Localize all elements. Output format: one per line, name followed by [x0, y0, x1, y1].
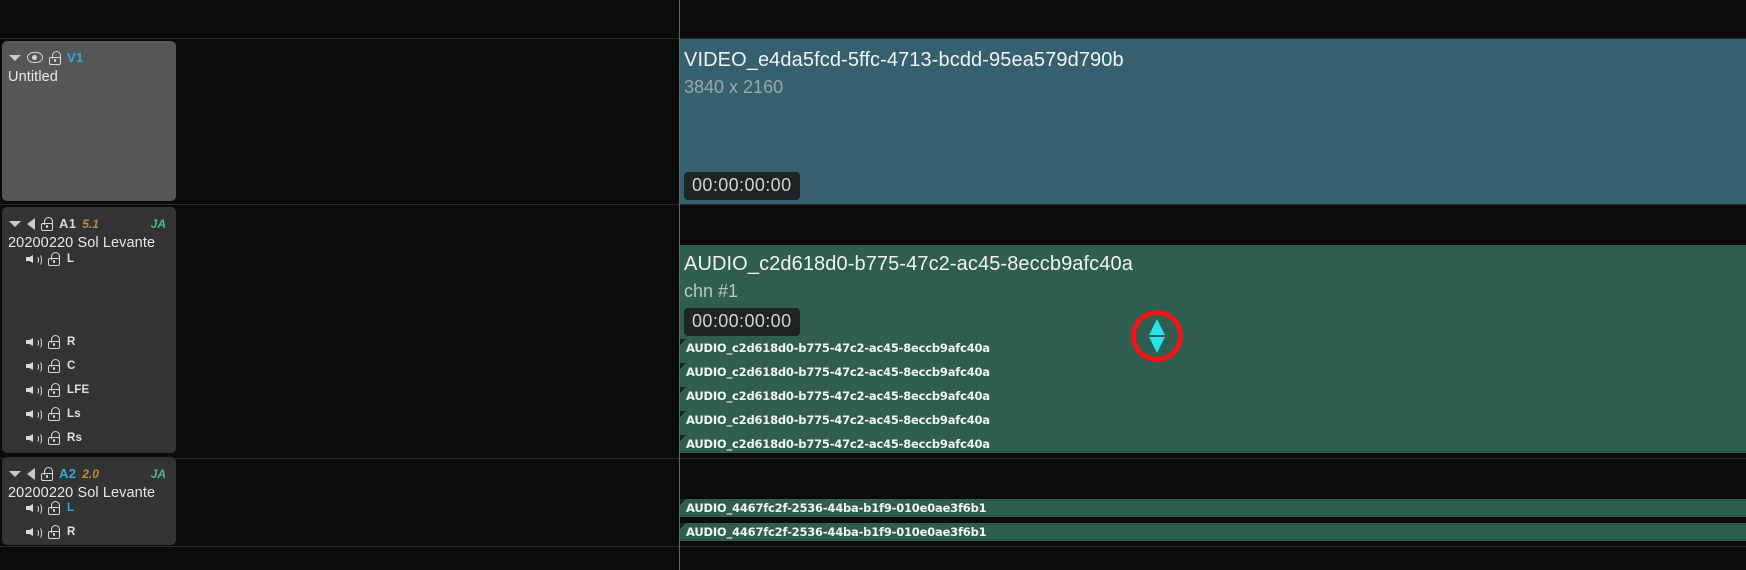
track-name-v1: Untitled — [8, 69, 58, 85]
speaker-icon[interactable] — [26, 526, 43, 540]
subclip-bar[interactable]: AUDIO_4467fc2f-2536-44ba-b1f9-010e0ae3f6… — [680, 499, 1746, 517]
clip-notch-icon — [680, 387, 686, 393]
clip-notch-icon — [680, 363, 686, 369]
channel-label: C — [67, 360, 76, 372]
channel-label: R — [67, 526, 76, 538]
video-clip-resolution: 3840 x 2160 — [684, 77, 784, 97]
channel-row-lfe[interactable]: LFE — [26, 382, 89, 398]
channel-row-a2-l[interactable]: L — [26, 500, 74, 516]
track-name-a2: 20200220 Sol Levante — [8, 485, 156, 501]
channel-row-ls[interactable]: Ls — [26, 406, 81, 422]
track-separator — [0, 458, 1746, 459]
speaker-icon[interactable] — [26, 408, 43, 422]
track-name-a1: 20200220 Sol Levante — [8, 235, 156, 251]
subclip-label: AUDIO_c2d618d0-b775-47c2-ac45-8eccb9afc4… — [686, 437, 990, 451]
subclip-label: AUDIO_4467fc2f-2536-44ba-b1f9-010e0ae3f6… — [686, 525, 987, 539]
track-format-a1: 5.1 — [82, 216, 99, 231]
speaker-icon[interactable] — [26, 384, 43, 398]
subclip-label: AUDIO_c2d618d0-b775-47c2-ac45-8eccb9afc4… — [686, 341, 990, 355]
track-separator — [0, 204, 1746, 205]
channel-row-rs[interactable]: Rs — [26, 430, 82, 446]
audio-clip-channel-label: chn #1 — [684, 281, 739, 301]
subclip-label: AUDIO_4467fc2f-2536-44ba-b1f9-010e0ae3f6… — [686, 501, 987, 515]
speaker-icon[interactable] — [26, 253, 43, 267]
subclip-bar[interactable]: AUDIO_4467fc2f-2536-44ba-b1f9-010e0ae3f6… — [680, 523, 1746, 541]
clip-notch-icon — [680, 499, 686, 505]
unlocked-padlock-icon[interactable] — [49, 50, 61, 65]
speaker-icon[interactable] — [26, 360, 43, 374]
track-id-v1[interactable]: V1 — [67, 50, 84, 65]
track-id-a1[interactable]: A1 — [59, 216, 76, 231]
unlocked-padlock-icon[interactable] — [48, 383, 60, 397]
unlocked-padlock-icon[interactable] — [48, 407, 60, 421]
subclip-bar[interactable]: AUDIO_c2d618d0-b775-47c2-ac45-8eccb9afc4… — [680, 387, 1746, 405]
channel-label: Rs — [67, 432, 83, 444]
speaker-icon[interactable] — [26, 336, 43, 350]
video-clip[interactable]: VIDEO_e4da5fcd-5ffc-4713-bcdd-95ea579d79… — [680, 39, 1746, 204]
track-language-a1: JA — [150, 216, 166, 231]
unlocked-padlock-icon[interactable] — [48, 359, 60, 373]
unlocked-padlock-icon[interactable] — [41, 216, 53, 231]
unlocked-padlock-icon[interactable] — [48, 252, 60, 266]
clip-notch-icon — [680, 411, 686, 417]
speaker-icon[interactable] — [27, 217, 35, 230]
clip-notch-icon — [680, 435, 686, 441]
channel-row-l[interactable]: L — [26, 251, 74, 267]
channel-label: L — [67, 502, 75, 514]
video-clip-timecode: 00:00:00:00 — [684, 172, 800, 200]
eye-icon[interactable] — [27, 52, 43, 63]
subclip-bar[interactable]: AUDIO_c2d618d0-b775-47c2-ac45-8eccb9afc4… — [680, 435, 1746, 453]
subclip-bar[interactable]: AUDIO_c2d618d0-b775-47c2-ac45-8eccb9afc4… — [680, 339, 1746, 357]
subclip-bar[interactable]: AUDIO_c2d618d0-b775-47c2-ac45-8eccb9afc4… — [680, 411, 1746, 429]
subclip-label: AUDIO_c2d618d0-b775-47c2-ac45-8eccb9afc4… — [686, 413, 990, 427]
annotation-highlight-circle — [1131, 310, 1183, 362]
video-clip-title: VIDEO_e4da5fcd-5ffc-4713-bcdd-95ea579d79… — [684, 49, 1124, 71]
channel-label: R — [67, 336, 76, 348]
channel-label: LFE — [67, 384, 90, 396]
unlocked-padlock-icon[interactable] — [48, 501, 60, 515]
channel-row-r[interactable]: R — [26, 334, 76, 350]
channel-row-c[interactable]: C — [26, 358, 76, 374]
track-format-a2: 2.0 — [82, 466, 99, 481]
subclip-bar[interactable]: AUDIO_c2d618d0-b775-47c2-ac45-8eccb9afc4… — [680, 363, 1746, 381]
unlocked-padlock-icon[interactable] — [41, 466, 53, 481]
disclosure-triangle-icon[interactable] — [9, 54, 21, 61]
channel-label: Ls — [67, 408, 81, 420]
timeline-editor: V1 Untitled A1 5.1 JA 20200220 Sol Levan… — [0, 0, 1746, 570]
clip-notch-icon — [680, 523, 686, 529]
unlocked-padlock-icon[interactable] — [48, 431, 60, 445]
disclosure-triangle-icon[interactable] — [9, 470, 21, 477]
track-language-a2: JA — [150, 466, 166, 481]
clip-notch-icon — [680, 339, 686, 345]
unlocked-padlock-icon[interactable] — [48, 525, 60, 539]
audio-clip-timecode: 00:00:00:00 — [684, 308, 800, 336]
unlocked-padlock-icon[interactable] — [48, 335, 60, 349]
disclosure-triangle-icon[interactable] — [9, 220, 21, 227]
speaker-icon[interactable] — [26, 502, 43, 516]
audio-clip-title: AUDIO_c2d618d0-b775-47c2-ac45-8eccb9afc4… — [684, 253, 1133, 275]
track-header-v1[interactable]: V1 Untitled — [2, 41, 176, 201]
channel-row-a2-r[interactable]: R — [26, 524, 76, 540]
subclip-label: AUDIO_c2d618d0-b775-47c2-ac45-8eccb9afc4… — [686, 365, 990, 379]
speaker-icon[interactable] — [27, 467, 35, 480]
track-id-a2[interactable]: A2 — [59, 466, 76, 481]
speaker-icon[interactable] — [26, 432, 43, 446]
subclip-label: AUDIO_c2d618d0-b775-47c2-ac45-8eccb9afc4… — [686, 389, 990, 403]
track-separator — [0, 546, 1746, 547]
channel-label: L — [67, 253, 75, 265]
